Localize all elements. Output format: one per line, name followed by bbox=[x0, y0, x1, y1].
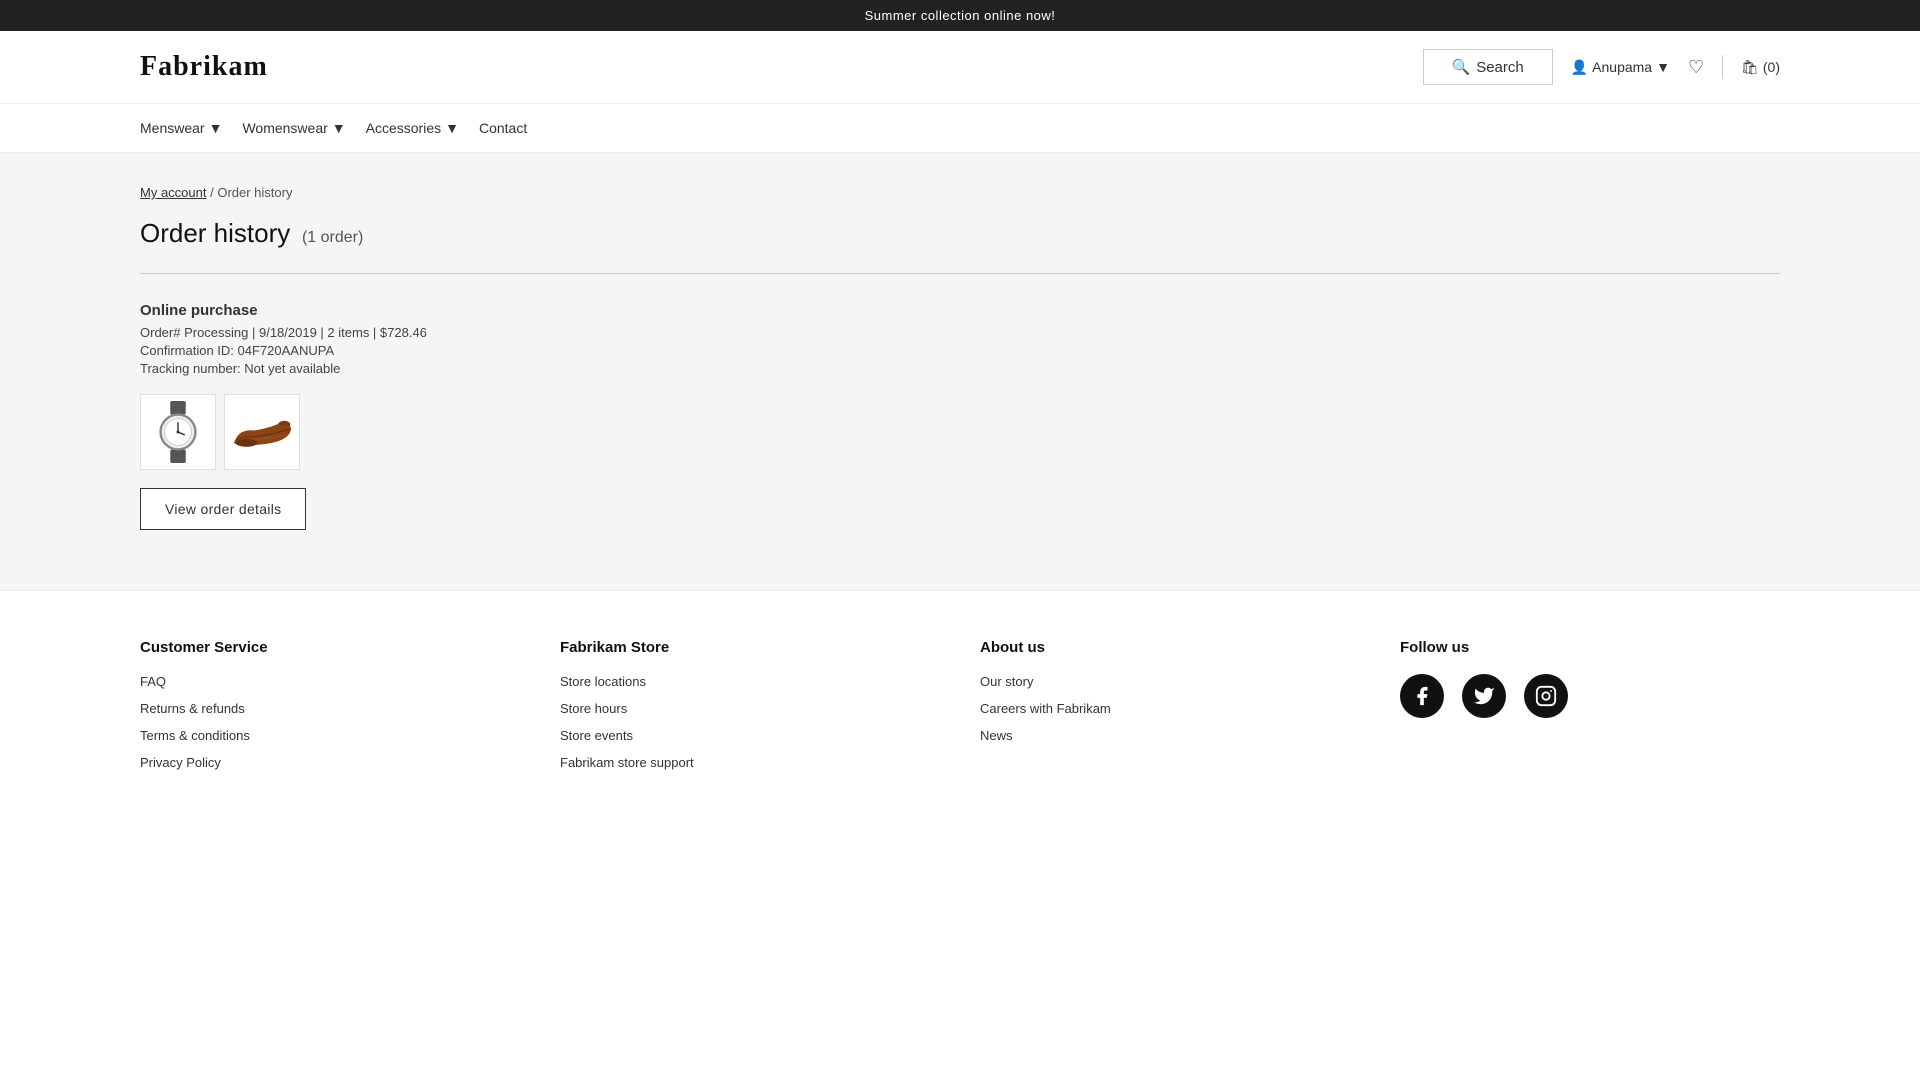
site-footer: Customer Service FAQ Returns & refunds T… bbox=[0, 590, 1920, 822]
footer-link-news[interactable]: News bbox=[980, 728, 1360, 743]
search-icon: 🔍 bbox=[1452, 58, 1471, 76]
nav-accessories[interactable]: Accessories ▼ bbox=[366, 104, 479, 152]
footer-link-store-events[interactable]: Store events bbox=[560, 728, 940, 743]
footer-link-our-story[interactable]: Our story bbox=[980, 674, 1360, 689]
main-nav: Menswear ▼ Womenswear ▼ Accessories ▼ Co… bbox=[0, 104, 1920, 153]
nav-accessories-label: Accessories bbox=[366, 120, 441, 136]
chevron-down-icon: ▼ bbox=[209, 120, 223, 136]
footer-follow-us-title: Follow us bbox=[1400, 639, 1780, 656]
twitter-icon[interactable] bbox=[1462, 674, 1506, 718]
chevron-down-icon: ▼ bbox=[445, 120, 459, 136]
header-actions: 🔍 Search 👤 Anupama ▼ ♡ 🛍 (0) bbox=[1423, 49, 1781, 85]
order-count: (1 order) bbox=[298, 229, 364, 246]
footer-link-returns[interactable]: Returns & refunds bbox=[140, 701, 520, 716]
chevron-down-icon: ▼ bbox=[1656, 59, 1670, 75]
order-product-image-watch[interactable] bbox=[140, 394, 216, 470]
footer-fabrikam-store-title: Fabrikam Store bbox=[560, 639, 940, 656]
nav-womenswear[interactable]: Womenswear ▼ bbox=[242, 104, 365, 152]
user-account-button[interactable]: 👤 Anupama ▼ bbox=[1571, 59, 1670, 76]
footer-about-us: About us Our story Careers with Fabrikam… bbox=[980, 639, 1360, 782]
footer-fabrikam-store: Fabrikam Store Store locations Store hou… bbox=[560, 639, 940, 782]
footer-link-store-hours[interactable]: Store hours bbox=[560, 701, 940, 716]
footer-link-store-locations[interactable]: Store locations bbox=[560, 674, 940, 689]
order-product-image-shoe[interactable] bbox=[224, 394, 300, 470]
view-order-details-button[interactable]: View order details bbox=[140, 488, 306, 530]
facebook-icon[interactable] bbox=[1400, 674, 1444, 718]
promo-text: Summer collection online now! bbox=[865, 8, 1056, 23]
nav-womenswear-label: Womenswear bbox=[242, 120, 327, 136]
user-name: Anupama bbox=[1592, 59, 1652, 75]
footer-link-privacy[interactable]: Privacy Policy bbox=[140, 755, 520, 770]
site-header: Fabrikam 🔍 Search 👤 Anupama ▼ ♡ 🛍 (0) bbox=[0, 31, 1920, 104]
content-separator bbox=[140, 273, 1780, 274]
footer-link-faq[interactable]: FAQ bbox=[140, 674, 520, 689]
footer-link-careers[interactable]: Careers with Fabrikam bbox=[980, 701, 1360, 716]
footer-customer-service: Customer Service FAQ Returns & refunds T… bbox=[140, 639, 520, 782]
nav-contact-label: Contact bbox=[479, 120, 527, 136]
chevron-down-icon: ▼ bbox=[332, 120, 346, 136]
nav-menswear[interactable]: Menswear ▼ bbox=[140, 104, 242, 152]
search-button[interactable]: 🔍 Search bbox=[1423, 49, 1553, 85]
user-icon: 👤 bbox=[1571, 59, 1588, 76]
social-icons bbox=[1400, 674, 1780, 718]
page-title: Order history (1 order) bbox=[140, 218, 1780, 249]
footer-link-terms[interactable]: Terms & conditions bbox=[140, 728, 520, 743]
nav-contact[interactable]: Contact bbox=[479, 104, 547, 152]
breadcrumb-current: Order history bbox=[217, 185, 292, 200]
order-type: Online purchase bbox=[140, 302, 1780, 319]
footer-customer-service-title: Customer Service bbox=[140, 639, 520, 656]
footer-about-us-title: About us bbox=[980, 639, 1360, 656]
nav-menswear-label: Menswear bbox=[140, 120, 205, 136]
footer-link-store-support[interactable]: Fabrikam store support bbox=[560, 755, 940, 770]
cart-count: (0) bbox=[1763, 59, 1780, 75]
breadcrumb: My account / Order history bbox=[140, 185, 1780, 200]
heart-icon: ♡ bbox=[1688, 57, 1704, 77]
main-content: My account / Order history Order history… bbox=[0, 153, 1920, 590]
order-images bbox=[140, 394, 1780, 470]
wishlist-button[interactable]: ♡ bbox=[1688, 57, 1704, 78]
order-meta-3: Tracking number: Not yet available bbox=[140, 361, 1780, 376]
cart-icon: 🛍 bbox=[1741, 59, 1759, 76]
breadcrumb-account[interactable]: My account bbox=[140, 185, 206, 200]
footer-grid: Customer Service FAQ Returns & refunds T… bbox=[140, 639, 1780, 782]
site-logo[interactable]: Fabrikam bbox=[140, 51, 268, 83]
header-divider bbox=[1722, 55, 1723, 79]
order-meta-1: Order# Processing | 9/18/2019 | 2 items … bbox=[140, 325, 1780, 340]
cart-button[interactable]: 🛍 (0) bbox=[1741, 59, 1780, 76]
page-title-text: Order history bbox=[140, 218, 290, 248]
order-card: Online purchase Order# Processing | 9/18… bbox=[140, 302, 1780, 530]
footer-follow-us: Follow us bbox=[1400, 639, 1780, 782]
search-label: Search bbox=[1476, 59, 1524, 76]
promo-banner: Summer collection online now! bbox=[0, 0, 1920, 31]
instagram-icon[interactable] bbox=[1524, 674, 1568, 718]
order-meta-2: Confirmation ID: 04F720AANUPA bbox=[140, 343, 1780, 358]
